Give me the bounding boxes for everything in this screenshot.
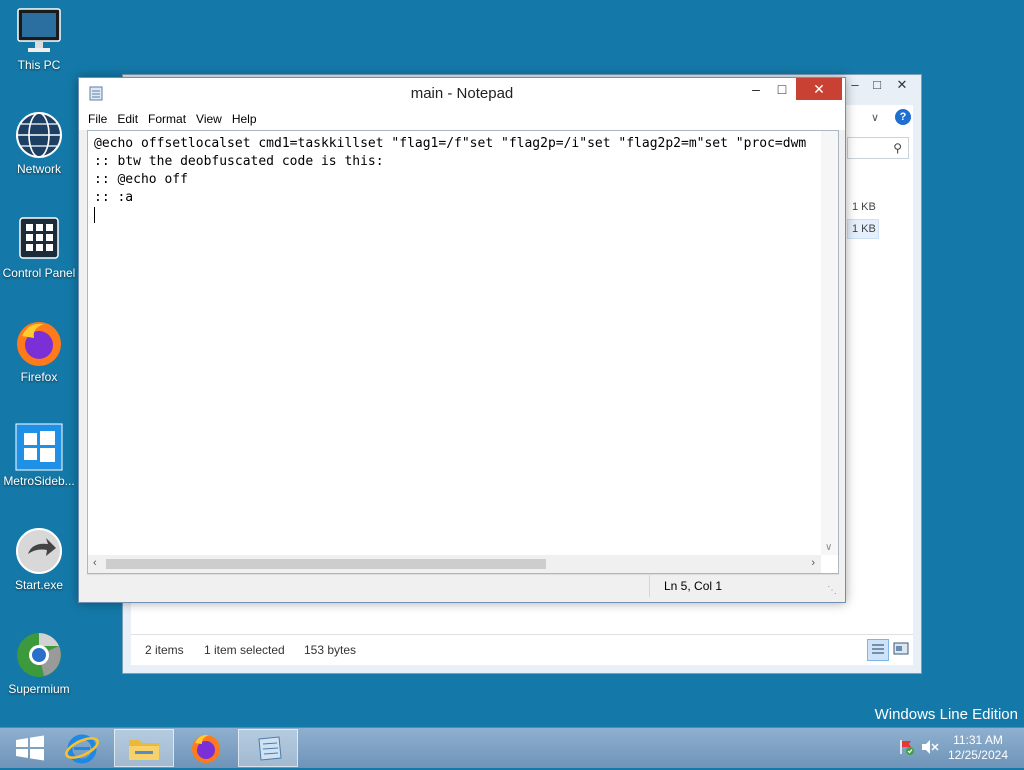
menu-edit[interactable]: Edit (112, 108, 143, 130)
scroll-down-arrow-icon[interactable]: ∨ (825, 542, 832, 553)
taskbar-internet-explorer[interactable] (52, 729, 112, 767)
taskbar-clock[interactable]: 11:31 AM 12/25/2024 (948, 733, 1008, 763)
explorer-search-input[interactable]: ⚲ (847, 137, 909, 159)
desktop-icon-start-exe[interactable]: Start.exe (0, 526, 78, 592)
taskbar-firefox[interactable] (176, 729, 236, 767)
taskbar-notepad[interactable] (238, 729, 298, 767)
globe-icon (14, 110, 64, 160)
details-view-icon[interactable] (867, 639, 889, 661)
notepad-statusbar: Ln 5, Col 1 ⋱ (87, 574, 839, 597)
desktop-icon-firefox[interactable]: Firefox (0, 318, 78, 384)
selection-size: 153 bytes (304, 643, 357, 657)
taskbar-file-explorer[interactable] (114, 729, 174, 767)
computer-icon (14, 6, 64, 56)
explorer-minimize-button[interactable]: – (845, 75, 865, 97)
notepad-icon (258, 736, 282, 761)
text-editor[interactable]: @echo offsetlocalset cmd1=taskkillset "f… (87, 130, 839, 574)
status-divider (649, 575, 650, 597)
desktop-icon-control-panel[interactable]: Control Panel (0, 214, 78, 280)
selection-status: 1 item selected (204, 643, 285, 657)
desktop-icon-label: This PC (17, 58, 61, 72)
text-line: @echo offsetlocalset cmd1=taskkillset "f… (94, 136, 807, 151)
text-line-cursor (94, 207, 820, 226)
windows-logo-icon (14, 422, 64, 472)
menu-bar: File Edit Format View Help (79, 108, 845, 130)
search-icon: ⚲ (893, 141, 902, 155)
explorer-statusbar: 2 items 1 item selected 153 bytes (131, 634, 913, 665)
desktop-icon-label: Network (16, 162, 61, 176)
menu-view[interactable]: View (191, 108, 227, 130)
item-count: 2 items (145, 643, 184, 657)
taskbar: 11:31 AM 12/25/2024 (0, 727, 1024, 768)
resize-grip-icon[interactable]: ⋱ (827, 585, 837, 596)
explorer-close-button[interactable]: ✕ (887, 75, 917, 97)
desktop-icon-label: Start.exe (14, 578, 64, 592)
internet-explorer-icon (65, 734, 99, 764)
menu-file[interactable]: File (83, 108, 112, 130)
help-icon[interactable]: ? (895, 109, 911, 125)
notepad-window: main - Notepad – □ ✕ File Edit Format View H… (78, 77, 846, 603)
windows-start-icon (16, 735, 44, 761)
horizontal-scrollbar[interactable]: ‹ › (88, 555, 821, 573)
desktop-icon-label: MetroSideb... (3, 474, 75, 488)
cursor-position: Ln 5, Col 1 (664, 579, 723, 593)
start-button[interactable] (0, 729, 60, 767)
window-title: main - Notepad (410, 85, 514, 102)
selected-row-highlight: 1 KB (847, 219, 879, 239)
firefox-icon (192, 734, 220, 763)
desktop-icon-network[interactable]: Network (0, 110, 78, 176)
chevron-down-icon[interactable]: ∨ (871, 111, 879, 124)
file-size: 1 KB (852, 223, 876, 235)
action-center-flag-icon[interactable] (898, 738, 916, 756)
edition-watermark: Windows Line Edition (874, 706, 1018, 723)
text-line: :: :a (94, 190, 134, 205)
horizontal-scroll-thumb[interactable] (106, 559, 546, 569)
clock-time: 11:31 AM (953, 733, 1003, 747)
supermium-icon (14, 630, 64, 680)
text-line: :: btw the deobfuscated code is this: (94, 154, 384, 169)
maximize-button[interactable]: □ (769, 78, 795, 100)
volume-muted-icon[interactable] (920, 738, 940, 756)
vertical-scrollbar[interactable]: ∨ (821, 131, 838, 555)
menu-format[interactable]: Format (143, 108, 191, 130)
notepad-titlebar[interactable]: main - Notepad – □ ✕ (79, 78, 845, 108)
desktop-icon-supermium[interactable]: Supermium (0, 630, 78, 696)
desktop-icon-label: Supermium (8, 682, 70, 696)
scroll-right-arrow-icon[interactable]: › (811, 557, 815, 569)
desktop-icon-label: Firefox (20, 370, 58, 384)
firefox-icon (14, 318, 64, 368)
editor-content[interactable]: @echo offsetlocalset cmd1=taskkillset "f… (94, 135, 820, 226)
explorer-maximize-button[interactable]: □ (867, 75, 887, 97)
control-panel-icon (14, 214, 64, 264)
text-caret (94, 207, 95, 223)
clock-date: 12/25/2024 (947, 748, 1008, 762)
start-exe-icon (14, 526, 64, 576)
close-button[interactable]: ✕ (796, 78, 842, 100)
desktop-icon-label: Control Panel (2, 266, 76, 280)
menu-help[interactable]: Help (227, 108, 262, 130)
large-icons-view-icon[interactable] (891, 639, 913, 661)
file-size: 1 KB (852, 201, 876, 213)
minimize-button[interactable]: – (743, 78, 769, 100)
desktop-icon-metrosidebar[interactable]: MetroSideb... (0, 422, 78, 488)
text-line: :: @echo off (94, 172, 188, 187)
folder-icon (129, 740, 159, 760)
scroll-left-arrow-icon[interactable]: ‹ (93, 557, 97, 569)
desktop-icon-this-pc[interactable]: This PC (0, 6, 78, 72)
